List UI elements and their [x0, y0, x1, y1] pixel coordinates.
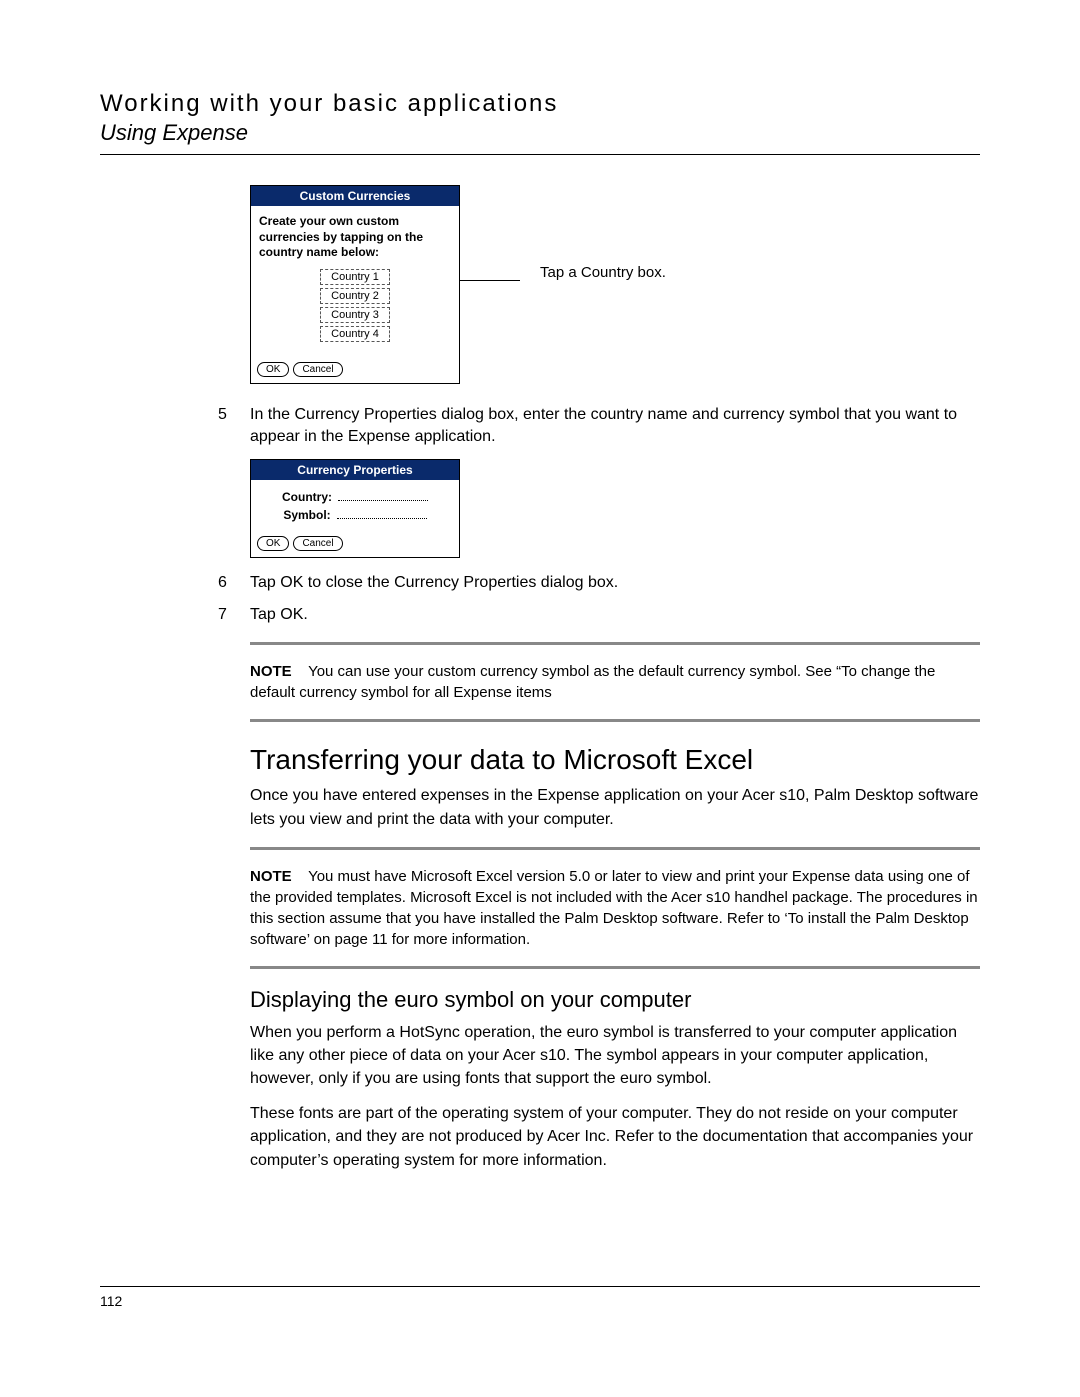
dialog-title: Custom Currencies: [251, 186, 459, 206]
country-field-input[interactable]: [338, 491, 428, 501]
ok-button[interactable]: OK: [257, 362, 289, 377]
country-2-box[interactable]: Country 2: [320, 288, 390, 304]
step-7: 7 Tap OK.: [250, 604, 980, 626]
note-top-rule: [250, 847, 980, 850]
header-rule: [100, 154, 980, 155]
custom-currencies-figure: Custom Currencies Create your own custom…: [250, 185, 980, 384]
step-text: Tap OK.: [250, 604, 980, 626]
euro-paragraph-2: These fonts are part of the operating sy…: [250, 1102, 980, 1172]
country-field-label: Country:: [282, 490, 332, 504]
country-1-box[interactable]: Country 1: [320, 269, 390, 285]
symbol-field-label: Symbol:: [283, 508, 330, 522]
dialog-title: Currency Properties: [251, 460, 459, 480]
ok-button[interactable]: OK: [257, 536, 289, 551]
currency-properties-dialog: Currency Properties Country: Symbol: OK …: [250, 459, 460, 558]
custom-currencies-dialog: Custom Currencies Create your own custom…: [250, 185, 460, 384]
callout-leader-line: [460, 270, 540, 370]
section-paragraph: Once you have entered expenses in the Ex…: [250, 784, 980, 830]
page-header-subtitle: Using Expense: [100, 120, 980, 146]
note-text: You must have Microsoft Excel version 5.…: [250, 868, 978, 948]
country-3-box[interactable]: Country 3: [320, 307, 390, 323]
dialog-instruction: Create your own custom currencies by tap…: [259, 214, 451, 261]
note-2: NOTE You must have Microsoft Excel versi…: [250, 866, 980, 950]
note-1: NOTE You can use your custom currency sy…: [250, 661, 980, 703]
footer-rule: [100, 1286, 980, 1287]
step-number: 7: [218, 604, 250, 626]
note-text: You can use your custom currency symbol …: [250, 663, 935, 701]
cancel-button[interactable]: Cancel: [293, 536, 342, 551]
euro-paragraph-1: When you perform a HotSync operation, th…: [250, 1021, 980, 1091]
note-bottom-rule: [250, 719, 980, 722]
step-5: 5 In the Currency Properties dialog box,…: [250, 404, 980, 449]
step-number: 6: [218, 572, 250, 594]
note-bottom-rule: [250, 966, 980, 969]
step-number: 5: [218, 404, 250, 426]
country-4-box[interactable]: Country 4: [320, 326, 390, 342]
symbol-field-input[interactable]: [337, 509, 427, 519]
section-heading-transferring: Transferring your data to Microsoft Exce…: [250, 744, 980, 776]
callout-label: Tap a Country box.: [540, 263, 666, 283]
step-6: 6 Tap OK to close the Currency Propertie…: [250, 572, 980, 594]
note-label: NOTE: [250, 663, 292, 680]
cancel-button[interactable]: Cancel: [293, 362, 342, 377]
step-text: Tap OK to close the Currency Properties …: [250, 572, 980, 594]
note-top-rule: [250, 642, 980, 645]
page-header-title: Working with your basic applications: [100, 90, 980, 118]
page-number: 112: [100, 1293, 980, 1309]
subsection-heading-euro: Displaying the euro symbol on your compu…: [250, 987, 980, 1013]
note-label: NOTE: [250, 868, 292, 885]
step-text: In the Currency Properties dialog box, e…: [250, 404, 980, 449]
